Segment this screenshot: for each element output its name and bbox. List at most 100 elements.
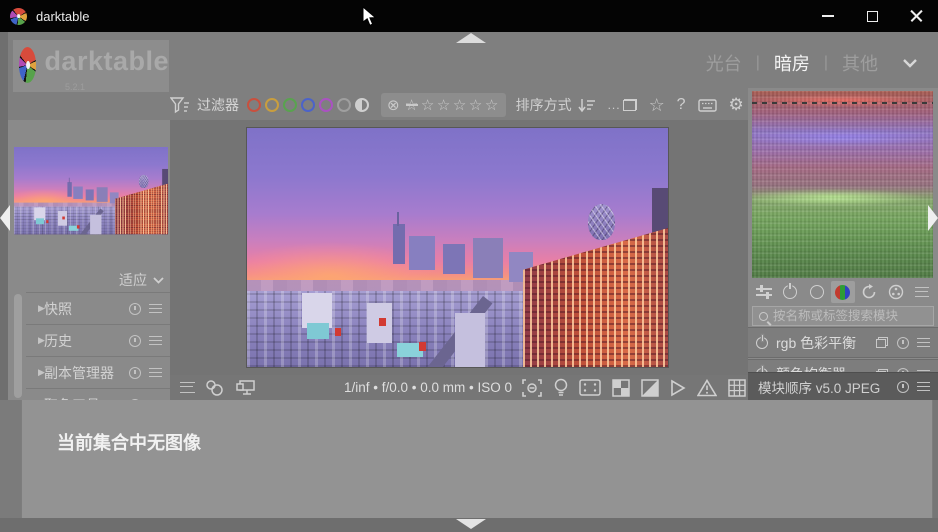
module-search-input[interactable] [773, 309, 933, 323]
section-label: 副本管理器 [44, 363, 129, 383]
grouping-button[interactable]: ... [608, 98, 637, 112]
module-rgb-color-balance[interactable]: rgb 色彩平衡 [748, 327, 938, 358]
image-building-cyan [36, 218, 44, 224]
fit-screen-icon[interactable] [579, 379, 601, 396]
sort-direction-icon[interactable] [578, 97, 596, 113]
image-building-light [90, 215, 101, 235]
sort-label[interactable]: 排序方式 [516, 95, 572, 115]
star-2-icon[interactable]: ☆ [436, 96, 452, 114]
app-version: 5.2.1 [65, 82, 85, 92]
module-presets-menu[interactable] [910, 281, 934, 303]
waveform-clip-line [752, 102, 933, 104]
waveform-scope[interactable] [752, 91, 933, 278]
color-label-green[interactable] [283, 98, 297, 112]
reset-icon[interactable] [897, 381, 909, 393]
keyboard-icon [698, 99, 717, 112]
tab-group-correct[interactable] [857, 281, 881, 303]
color-label-blue[interactable] [301, 98, 315, 112]
star-3-icon[interactable]: ☆ [452, 96, 468, 114]
presets-icon[interactable] [149, 336, 162, 345]
presets-icon[interactable] [149, 304, 162, 313]
image-building [473, 238, 503, 278]
color-label-gray[interactable] [337, 98, 351, 112]
collapse-right-panel-arrow[interactable] [928, 205, 938, 231]
left-panel-scrollbar[interactable] [14, 294, 22, 398]
minimize-button[interactable] [806, 0, 850, 32]
tab-group-effects[interactable] [884, 281, 908, 303]
module-power-icon[interactable] [756, 337, 768, 349]
darktable-logo-icon [19, 47, 36, 83]
second-window-button[interactable] [235, 380, 256, 396]
stacked-images-icon [623, 99, 637, 111]
guides-grid-icon[interactable] [728, 379, 746, 397]
module-search[interactable] [752, 306, 934, 326]
raw-overexposed-icon[interactable] [612, 379, 630, 397]
close-icon [910, 10, 923, 23]
focus-peaking-icon[interactable] [521, 379, 543, 397]
collapse-top-panel-arrow[interactable] [456, 33, 486, 43]
image-building [97, 187, 108, 202]
hamburger-button[interactable] [180, 382, 195, 393]
tab-group-tone[interactable] [805, 281, 829, 303]
view-tabs: 光台 | 暗房 | 其他 [706, 50, 878, 76]
presets-icon[interactable] [917, 338, 930, 347]
main-image [247, 128, 668, 367]
empty-collection-message: 当前集合中无图像 [57, 429, 201, 455]
bottom-toolbar: 1/inf • f/0.0 • 0.0 mm • ISO 0 [170, 375, 748, 400]
softproof-icon[interactable] [670, 379, 686, 397]
tab-darkroom[interactable]: 暗房 [774, 50, 810, 76]
star-overlay-icon: ☆ [649, 95, 665, 116]
collapse-left-panel-arrow[interactable] [0, 205, 10, 231]
preferences-button[interactable]: ⚙ [729, 95, 744, 115]
expand-filmstrip-arrow[interactable] [456, 519, 486, 529]
darkroom-viewport[interactable] [170, 120, 748, 375]
hamburger-icon [180, 382, 195, 393]
chevron-down-icon [153, 277, 164, 284]
image-building [409, 236, 435, 270]
help-button[interactable]: ? [677, 96, 686, 114]
presets-icon[interactable] [917, 382, 930, 391]
shortcuts-button[interactable] [698, 99, 717, 112]
module-order-row[interactable]: 模块顺序 v5.0 JPEG [748, 372, 938, 400]
tab-group-active[interactable] [778, 281, 802, 303]
color-label-yellow[interactable] [265, 98, 279, 112]
color-label-toggle-icon[interactable] [355, 98, 369, 112]
close-button[interactable] [894, 0, 938, 32]
gamut-check-icon[interactable] [697, 379, 717, 397]
navigation-thumbnail[interactable] [14, 147, 168, 235]
star-zero-icon[interactable]: ☆ [404, 96, 420, 114]
image-red-sign [379, 318, 386, 326]
section-history[interactable]: ▶ 历史 [26, 324, 170, 356]
zoom-mode-select[interactable]: 适应 [119, 270, 164, 290]
tab-active-modules[interactable] [752, 281, 776, 303]
filmstrip-collapsed-bar[interactable] [0, 518, 938, 532]
reset-icon[interactable] [129, 303, 141, 315]
module-order-value: v5.0 JPEG [816, 381, 881, 396]
tab-other[interactable]: 其他 [842, 50, 878, 76]
multi-instance-icon[interactable] [876, 337, 888, 348]
clipping-warning-icon[interactable] [641, 379, 659, 397]
star-4-icon[interactable]: ☆ [468, 96, 484, 114]
tab-lighttable[interactable]: 光台 [706, 50, 742, 76]
reset-icon[interactable] [129, 335, 141, 347]
iso12646-bulb-icon[interactable] [554, 378, 568, 397]
minimize-icon [822, 15, 834, 17]
color-label-red[interactable] [247, 98, 261, 112]
presets-icon[interactable] [149, 368, 162, 377]
reset-icon[interactable] [129, 367, 141, 379]
star-1-icon[interactable]: ☆ [420, 96, 436, 114]
views-chevron-down-icon[interactable] [902, 58, 918, 68]
maximize-button[interactable] [850, 0, 894, 32]
tab-group-color[interactable] [831, 281, 855, 303]
section-snapshots[interactable]: ▶ 快照 [26, 292, 170, 324]
star-5-icon[interactable]: ☆ [484, 96, 500, 114]
filter-funnel-icon[interactable] [170, 97, 190, 114]
overlays-star-button[interactable]: ☆ [649, 95, 665, 116]
reset-icon[interactable] [897, 337, 909, 349]
section-duplicate-manager[interactable]: ▶ 副本管理器 [26, 356, 170, 388]
main-image [14, 147, 168, 234]
color-label-purple[interactable] [319, 98, 333, 112]
titlebar[interactable]: darktable [0, 0, 938, 32]
softproof-profile-button[interactable] [205, 380, 225, 396]
reject-icon[interactable]: ⊗ [387, 96, 400, 114]
